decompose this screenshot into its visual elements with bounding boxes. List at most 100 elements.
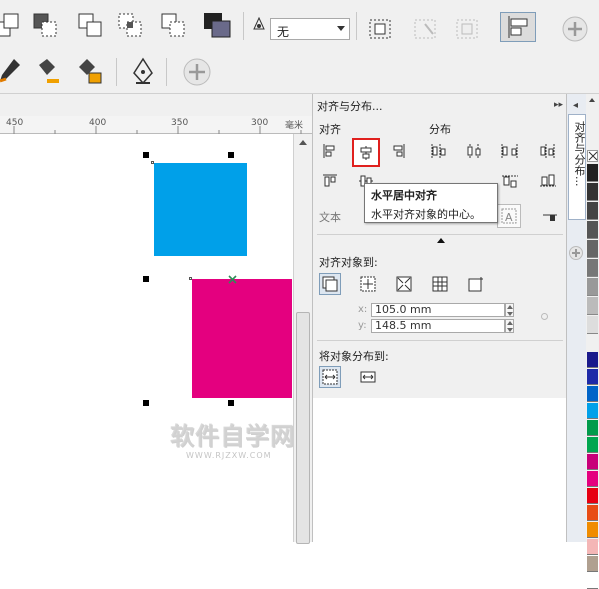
text-align-button[interactable]: A	[497, 204, 521, 228]
palette-swatch[interactable]	[587, 240, 598, 258]
convert-disabled-icon[interactable]	[452, 14, 482, 44]
font-option-select[interactable]: 无	[270, 18, 350, 40]
palette-swatch[interactable]	[587, 437, 598, 453]
lock-ratio-icon[interactable]	[541, 313, 548, 320]
distribute-bottom-icon	[540, 174, 556, 187]
add-docker-button[interactable]	[569, 246, 583, 260]
page-extent-icon	[360, 371, 376, 383]
distribute-to-selection-button[interactable]	[319, 366, 341, 388]
align-center-horizontal-button[interactable]	[352, 138, 380, 167]
simplify-icon[interactable]	[158, 10, 188, 40]
palette-swatch[interactable]	[587, 556, 598, 572]
palette-swatch[interactable]	[587, 297, 598, 315]
align-center-icon	[360, 145, 372, 160]
align-to-page-center-button[interactable]	[393, 273, 415, 295]
ruler-tick-label: 350	[171, 118, 189, 128]
palette-swatch[interactable]	[587, 539, 598, 555]
align-distribute-toggle-button[interactable]	[500, 12, 536, 42]
distribute-center-button[interactable]	[463, 140, 485, 162]
canvas-scrollbar[interactable]	[293, 134, 312, 544]
align-to-specified-point-button[interactable]	[465, 273, 487, 295]
distribute-spacing-icon	[501, 144, 518, 158]
palette-swatch[interactable]	[587, 259, 598, 277]
selection-handle[interactable]	[143, 276, 149, 282]
align-to-active-objects-button[interactable]	[319, 273, 341, 295]
trim-icon[interactable]	[75, 10, 105, 40]
blue-square[interactable]	[154, 163, 247, 256]
distribute-top-button[interactable]	[499, 170, 521, 192]
add-toolbar-button-2[interactable]	[182, 57, 212, 87]
docker-tab-align-distribute[interactable]: 对齐与分布...	[568, 114, 586, 220]
align-to-page-edge-button[interactable]	[357, 273, 379, 295]
front-minus-back-icon[interactable]	[202, 10, 232, 40]
palette-swatch[interactable]	[587, 369, 598, 385]
scroll-up-icon[interactable]	[299, 140, 307, 145]
align-to-grid-button[interactable]	[429, 273, 451, 295]
palette-swatch[interactable]	[587, 488, 598, 504]
palette-swatch[interactable]	[587, 454, 598, 470]
distribute-left-button[interactable]	[427, 140, 449, 162]
selection-handle[interactable]	[143, 400, 149, 406]
align-top-button[interactable]	[319, 170, 341, 192]
distribute-right-icon	[540, 144, 555, 158]
toolbar-divider	[243, 12, 244, 40]
y-coordinate-field[interactable]: 148.5 mm	[371, 319, 505, 333]
palette-swatch[interactable]	[587, 278, 598, 296]
palette-swatch[interactable]	[587, 505, 598, 521]
palette-swatch[interactable]	[587, 221, 598, 239]
palette-scroll-up-icon[interactable]	[589, 98, 595, 102]
intersect-icon[interactable]	[115, 10, 145, 40]
page-center-icon	[396, 276, 412, 292]
align-right-button[interactable]	[387, 140, 409, 162]
create-boundary-icon[interactable]	[365, 14, 395, 44]
center-marker-icon	[228, 275, 237, 284]
align-distribute-docker: 对齐与分布... ▸▸ ✕ 对齐 分布 文本 A	[312, 94, 581, 542]
eyedropper-icon[interactable]	[0, 56, 24, 86]
collapse-up-icon[interactable]	[437, 238, 445, 243]
attributes-eyedropper-icon[interactable]	[74, 56, 104, 86]
x-coordinate-field[interactable]: 105.0 mm	[371, 303, 505, 317]
x-spinner[interactable]	[505, 303, 514, 317]
distribute-left-icon	[431, 144, 446, 158]
palette-swatch[interactable]	[587, 316, 598, 334]
magenta-square[interactable]	[192, 279, 292, 398]
palette-swatch[interactable]	[587, 573, 598, 589]
small-dot	[151, 161, 154, 164]
palette-swatch[interactable]	[587, 352, 598, 368]
palette-swatch[interactable]	[587, 420, 598, 436]
palette-swatch[interactable]	[587, 403, 598, 419]
combine-icon[interactable]	[0, 10, 22, 40]
paint-bucket-icon[interactable]	[32, 56, 62, 86]
align-left-button[interactable]	[319, 140, 341, 162]
distribute-spacing-button[interactable]	[499, 140, 521, 162]
distribute-to-page-button[interactable]	[357, 366, 379, 388]
palette-swatch[interactable]	[587, 183, 598, 201]
distribute-bottom-button[interactable]	[537, 170, 559, 192]
selection-handle[interactable]	[228, 400, 234, 406]
palette-swatch[interactable]	[587, 471, 598, 487]
pen-nib-icon[interactable]	[128, 56, 158, 86]
pin-icon[interactable]: ◂	[573, 100, 578, 111]
palette-swatch[interactable]	[587, 202, 598, 220]
selection-handle[interactable]	[143, 152, 149, 158]
weld-icon[interactable]	[30, 10, 60, 40]
no-color-swatch[interactable]	[587, 150, 598, 162]
collapse-arrows-icon[interactable]: ▸▸	[554, 100, 563, 110]
distribute-section-label: 分布	[429, 123, 451, 136]
break-apart-disabled-icon[interactable]	[410, 14, 440, 44]
palette-swatch[interactable]	[587, 522, 598, 538]
add-toolbar-button[interactable]	[560, 14, 590, 44]
tooltip-title: 水平居中对齐	[371, 189, 437, 202]
text-baseline-button[interactable]	[539, 204, 561, 226]
drawing-canvas[interactable]: 软件自学网 WWW.RJZXW.COM	[0, 134, 294, 542]
scrollbar-thumb[interactable]	[296, 312, 310, 544]
distribute-to-label: 将对象分布到:	[319, 350, 389, 363]
align-right-icon	[393, 144, 405, 158]
palette-swatch[interactable]	[587, 164, 598, 182]
baseline-icon	[543, 214, 557, 221]
distribute-right-button[interactable]	[537, 140, 559, 162]
y-label: y:	[358, 320, 367, 331]
selection-handle[interactable]	[228, 152, 234, 158]
y-spinner[interactable]	[505, 319, 514, 333]
palette-swatch[interactable]	[587, 386, 598, 402]
